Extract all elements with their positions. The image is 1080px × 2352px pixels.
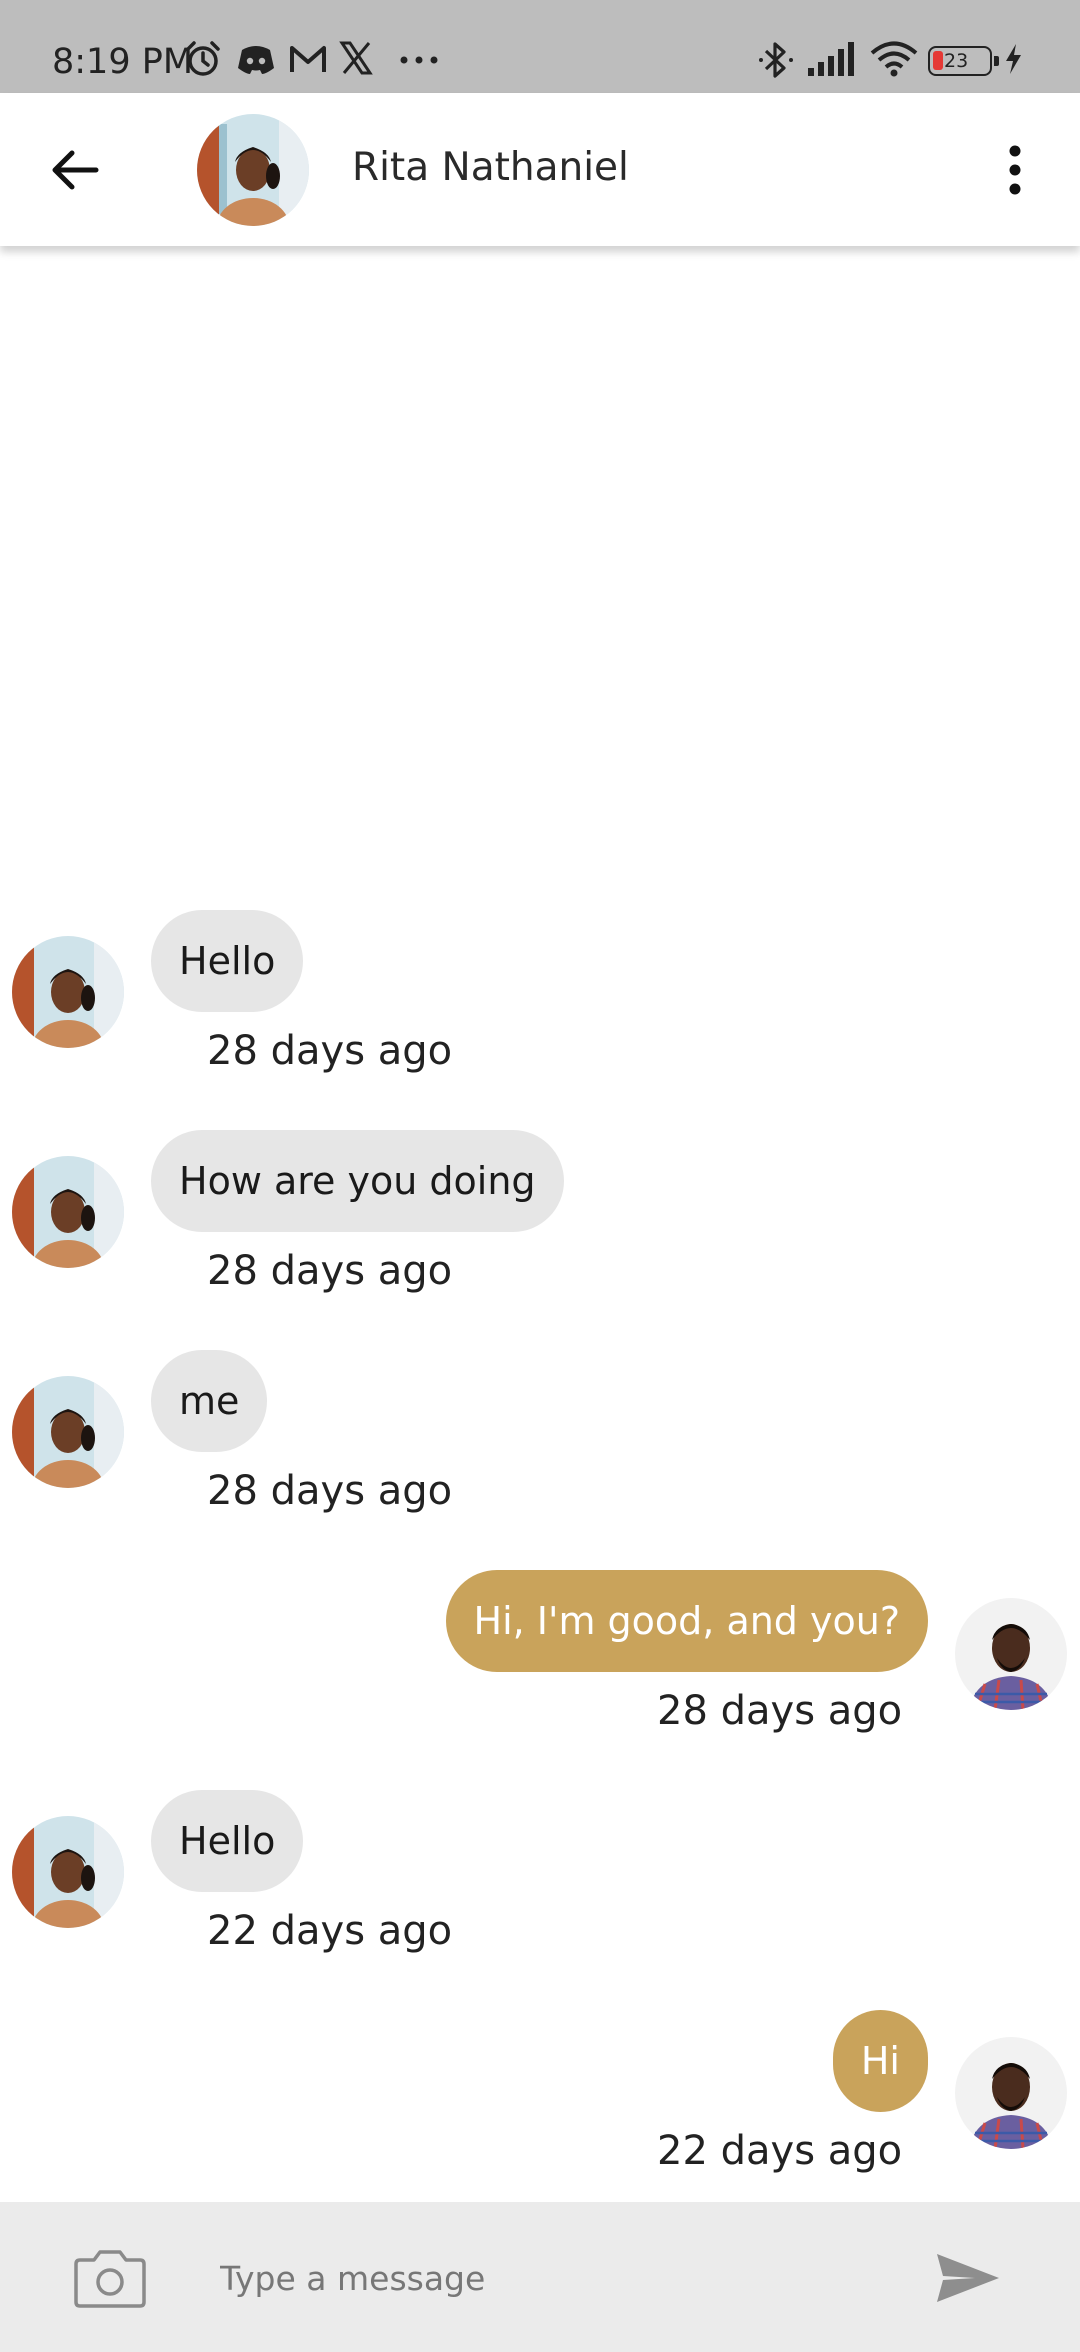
my-avatar[interactable]: [955, 1598, 1067, 1710]
sender-photo: [12, 1816, 124, 1928]
alarm-icon: [186, 41, 220, 76]
sender-avatar[interactable]: [12, 1816, 124, 1928]
my-avatar[interactable]: [955, 2037, 1067, 2149]
message-bubble-incoming[interactable]: How are you doing: [151, 1130, 564, 1232]
message-composer: [0, 2202, 1080, 2352]
status-time: 8:19 PM: [52, 42, 194, 82]
sender-avatar[interactable]: [12, 1156, 124, 1268]
more-vertical-icon: [1009, 145, 1021, 195]
message-bubble-incoming[interactable]: me: [151, 1350, 268, 1452]
message-timestamp: 22 days ago: [657, 2128, 903, 2174]
message-timestamp: 28 days ago: [207, 1248, 453, 1294]
sender-avatar[interactable]: [12, 1376, 124, 1488]
message-input[interactable]: [220, 2242, 860, 2314]
sender-avatar[interactable]: [12, 936, 124, 1048]
message-bubble-incoming[interactable]: Hello: [151, 910, 304, 1012]
camera-icon: [74, 2250, 146, 2308]
message-timestamp: 28 days ago: [657, 1688, 903, 1734]
contact-avatar[interactable]: [197, 114, 309, 226]
sender-photo: [12, 1376, 124, 1488]
contact-photo: [197, 114, 309, 226]
message-timestamp: 22 days ago: [207, 1908, 453, 1954]
message-bubble-outgoing[interactable]: Hi, I'm good, and you?: [445, 1570, 928, 1672]
my-photo: [955, 1598, 1067, 1710]
camera-button[interactable]: [72, 2248, 148, 2310]
signal-icon: [808, 42, 854, 76]
chat-header: Rita Nathaniel: [0, 93, 1080, 246]
sender-photo: [12, 1156, 124, 1268]
gmail-icon: [290, 46, 326, 72]
x-icon: [339, 41, 373, 75]
battery-level: 23: [944, 50, 969, 72]
my-photo: [955, 2037, 1067, 2149]
send-icon: [937, 2254, 999, 2302]
arrow-left-icon: [52, 150, 99, 190]
wifi-icon: [870, 41, 918, 77]
send-button[interactable]: [935, 2250, 1001, 2306]
message-timestamp: 28 days ago: [207, 1468, 453, 1514]
discord-icon: [238, 46, 274, 74]
message-bubble-outgoing[interactable]: Hi: [832, 2010, 928, 2112]
battery-icon: 23: [928, 46, 999, 76]
back-button[interactable]: [40, 135, 110, 205]
bluetooth-icon: [759, 42, 793, 78]
sender-photo: [12, 936, 124, 1048]
more-options-button[interactable]: [990, 135, 1040, 205]
contact-name[interactable]: Rita Nathaniel: [352, 141, 629, 195]
message-timestamp: 28 days ago: [207, 1028, 453, 1074]
message-bubble-incoming[interactable]: Hello: [151, 1790, 304, 1892]
charging-icon: [1006, 44, 1021, 74]
status-bar: 8:19 PM 23: [0, 0, 1080, 93]
more-notifications-icon: [400, 56, 438, 64]
